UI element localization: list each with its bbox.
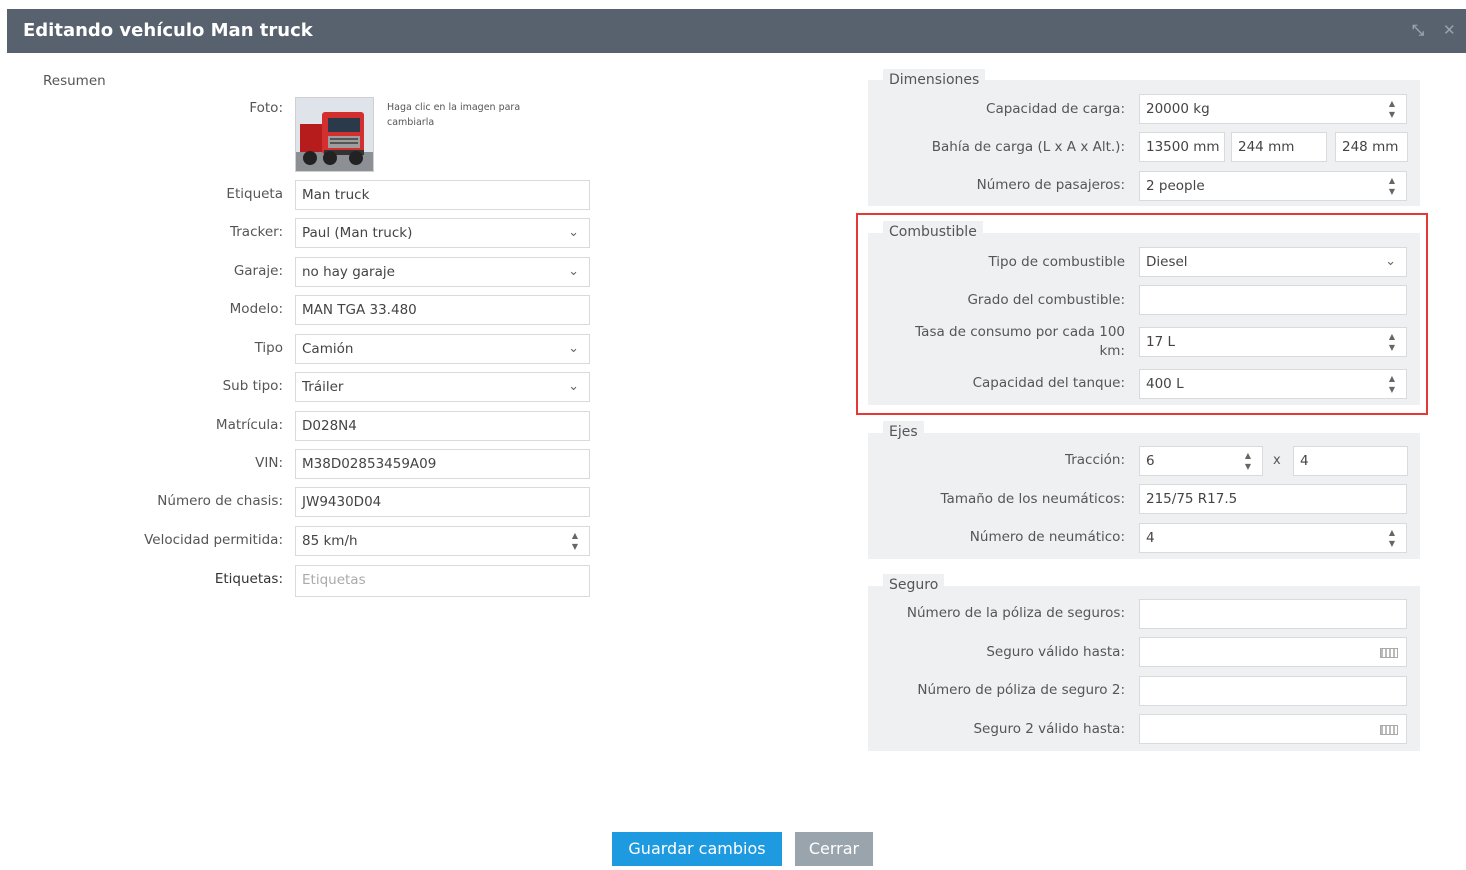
capacity-input[interactable]: 20000 kg ▲ ▼ bbox=[1139, 94, 1407, 124]
label-label: Etiqueta bbox=[226, 186, 283, 202]
insurance-legend: Seguro bbox=[883, 574, 945, 596]
spinner-icon[interactable]: ▲ ▼ bbox=[570, 530, 580, 552]
edit-vehicle-dialog: Editando vehículo Man truck ⤡ ✕ Resumen … bbox=[7, 9, 1466, 870]
capacity-label: Capacidad de carga: bbox=[986, 101, 1125, 117]
passengers-label: Número de pasajeros: bbox=[976, 177, 1125, 193]
bay-length-value: 13500 bbox=[1146, 139, 1189, 155]
plate-value: D028N4 bbox=[302, 418, 357, 434]
valid-until-label: Seguro válido hasta: bbox=[986, 644, 1125, 660]
dimensions-legend: Dimensiones bbox=[883, 69, 986, 91]
photo-label: Foto: bbox=[249, 100, 283, 116]
capacity-unit: kg bbox=[1193, 101, 1210, 117]
policy2-input[interactable] bbox=[1139, 676, 1407, 706]
speed-label: Velocidad permitida: bbox=[144, 532, 283, 548]
chassis-label: Número de chasis: bbox=[157, 493, 283, 509]
subtype-value: Tráiler bbox=[302, 379, 344, 395]
capacity-value: 20000 bbox=[1146, 101, 1189, 117]
traction-a-value: 6 bbox=[1146, 453, 1155, 469]
calendar-icon[interactable] bbox=[1380, 648, 1398, 658]
vehicle-photo[interactable] bbox=[295, 97, 374, 172]
chassis-value: JW9430D04 bbox=[302, 494, 382, 510]
chevron-down-icon: ⌄ bbox=[568, 225, 579, 240]
chevron-down-icon: ⌄ bbox=[568, 379, 579, 394]
spinner-icon[interactable]: ▲ ▼ bbox=[1387, 175, 1397, 197]
traction-label: Tracción: bbox=[1064, 452, 1125, 468]
plate-input[interactable]: D028N4 bbox=[295, 411, 590, 441]
tire-size-label: Tamaño de los neumáticos: bbox=[940, 491, 1125, 507]
bay-label: Bahía de carga (L x A x Alt.): bbox=[931, 139, 1125, 155]
close-button[interactable]: Cerrar bbox=[795, 832, 873, 866]
bay-length-input[interactable]: 13500 mm bbox=[1139, 132, 1225, 162]
dialog-titlebar: Editando vehículo Man truck ⤡ ✕ bbox=[7, 9, 1466, 53]
label-value: Man truck bbox=[302, 187, 370, 203]
dialog-title: Editando vehículo Man truck bbox=[23, 20, 313, 41]
tire-count-input[interactable]: 4 ▲ ▼ bbox=[1139, 523, 1407, 553]
bay-height-value: 248 bbox=[1342, 139, 1368, 155]
photo-hint: Haga clic en la imagen para cambiarla bbox=[387, 102, 521, 128]
bay-width-unit: mm bbox=[1268, 139, 1295, 155]
chevron-down-icon: ⌄ bbox=[568, 341, 579, 356]
chassis-input[interactable]: JW9430D04 bbox=[295, 487, 590, 517]
garage-value: no hay garaje bbox=[302, 264, 395, 280]
bay-height-input[interactable]: 248 mm bbox=[1335, 132, 1408, 162]
close-icon[interactable]: ✕ bbox=[1443, 21, 1456, 39]
garage-label: Garaje: bbox=[233, 263, 283, 279]
traction-a-input[interactable]: 6 ▲ ▼ bbox=[1139, 446, 1263, 476]
model-value: MAN TGA 33.480 bbox=[302, 302, 417, 318]
subtype-select[interactable]: Tráiler ⌄ bbox=[295, 372, 590, 402]
chevron-down-icon: ⌄ bbox=[568, 264, 579, 279]
resize-arrows-icon[interactable]: ⤡ bbox=[1412, 21, 1424, 39]
valid-until-input[interactable] bbox=[1139, 637, 1407, 667]
bay-width-input[interactable]: 244 mm bbox=[1231, 132, 1327, 162]
plate-label: Matrícula: bbox=[215, 417, 283, 433]
traction-b-value: 4 bbox=[1300, 453, 1309, 469]
model-label: Modelo: bbox=[229, 301, 283, 317]
label-input[interactable]: Man truck bbox=[295, 180, 590, 210]
vin-value: M38D02853459A09 bbox=[302, 456, 437, 472]
spinner-icon[interactable]: ▲ ▼ bbox=[1387, 98, 1397, 120]
traction-separator: x bbox=[1273, 453, 1281, 468]
policy-label: Número de la póliza de seguros: bbox=[906, 605, 1125, 621]
vin-label: VIN: bbox=[255, 455, 283, 471]
valid-until2-label: Seguro 2 válido hasta: bbox=[973, 721, 1125, 737]
subtype-label: Sub tipo: bbox=[222, 378, 283, 394]
spinner-icon[interactable]: ▲ ▼ bbox=[1387, 527, 1397, 549]
bay-length-unit: mm bbox=[1193, 139, 1220, 155]
speed-input[interactable]: 85 km/h ▲ ▼ bbox=[295, 526, 590, 556]
valid-until2-input[interactable] bbox=[1139, 714, 1407, 744]
policy-input[interactable] bbox=[1139, 599, 1407, 629]
tags-placeholder: Etiquetas bbox=[302, 572, 366, 588]
type-label: Tipo bbox=[254, 340, 283, 356]
passengers-input[interactable]: 2 people ▲ ▼ bbox=[1139, 171, 1407, 201]
calendar-icon[interactable] bbox=[1380, 725, 1398, 735]
tire-size-value: 215/75 R17.5 bbox=[1146, 491, 1238, 507]
type-value: Camión bbox=[302, 341, 354, 357]
tags-input[interactable]: Etiquetas bbox=[295, 565, 590, 597]
bay-width-value: 244 bbox=[1238, 139, 1264, 155]
spinner-icon[interactable]: ▲ ▼ bbox=[1243, 450, 1253, 472]
bay-height-unit: mm bbox=[1372, 139, 1399, 155]
speed-value: 85 bbox=[302, 533, 320, 549]
traction-b-input[interactable]: 4 bbox=[1293, 446, 1408, 476]
tire-count-label: Número de neumático: bbox=[969, 529, 1125, 545]
passengers-value: 2 bbox=[1146, 178, 1155, 194]
tracker-label: Tracker: bbox=[229, 224, 283, 240]
save-button[interactable]: Guardar cambios bbox=[612, 832, 782, 866]
type-select[interactable]: Camión ⌄ bbox=[295, 334, 590, 364]
policy2-label: Número de póliza de seguro 2: bbox=[917, 682, 1125, 698]
tags-label: Etiquetas: bbox=[214, 571, 283, 587]
tracker-value: Paul (Man truck) bbox=[302, 225, 413, 241]
speed-unit: km/h bbox=[323, 533, 358, 549]
summary-section-title: Resumen bbox=[43, 73, 106, 89]
fuel-highlight-frame bbox=[856, 213, 1428, 415]
vin-input[interactable]: M38D02853459A09 bbox=[295, 449, 590, 479]
model-input[interactable]: MAN TGA 33.480 bbox=[295, 295, 590, 325]
passengers-unit: people bbox=[1158, 178, 1205, 194]
truck-image bbox=[296, 98, 373, 171]
tracker-select[interactable]: Paul (Man truck) ⌄ bbox=[295, 218, 590, 248]
tire-size-input[interactable]: 215/75 R17.5 bbox=[1139, 484, 1407, 514]
garage-select[interactable]: no hay garaje ⌄ bbox=[295, 257, 590, 287]
axles-legend: Ejes bbox=[883, 421, 924, 443]
tire-count-value: 4 bbox=[1146, 530, 1155, 546]
